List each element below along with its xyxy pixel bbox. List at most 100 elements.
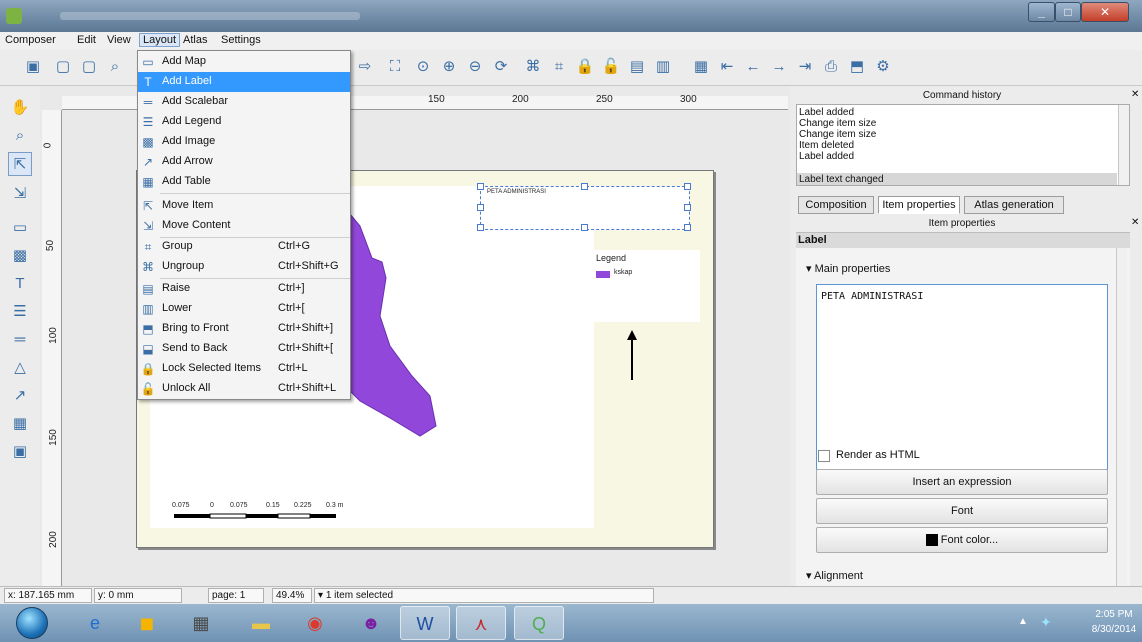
- zoom-out-icon[interactable]: ⊖: [464, 56, 486, 78]
- history-scrollbar[interactable]: [1118, 105, 1129, 185]
- select-move-icon[interactable]: ⇱: [8, 152, 32, 176]
- resize-handle[interactable]: [581, 224, 588, 231]
- clock-date[interactable]: 8/30/2014: [1086, 624, 1142, 635]
- zoom-full-icon[interactable]: ⛶: [384, 56, 406, 78]
- insert-expression-button[interactable]: Insert an expression: [816, 469, 1108, 495]
- close-panel-icon[interactable]: ✕: [1131, 217, 1139, 228]
- pan-hand-icon[interactable]: ✋: [8, 96, 32, 120]
- new-composer-icon[interactable]: ▢: [52, 56, 74, 78]
- outlook-icon[interactable]: ◼: [122, 606, 172, 640]
- calendar-icon[interactable]: ▦: [176, 606, 226, 640]
- export-atlas-icon[interactable]: ⬒: [846, 56, 868, 78]
- menu-add-arrow[interactable]: ↗ Add Arrow: [138, 152, 350, 172]
- history-item[interactable]: Change item size: [799, 129, 876, 140]
- zoom-actual-icon[interactable]: ⊙: [412, 56, 434, 78]
- history-item[interactable]: Change item size: [799, 118, 876, 129]
- menu-lower[interactable]: ▥ Lower Ctrl+[: [138, 299, 350, 319]
- menu-layout[interactable]: Layout: [139, 33, 181, 47]
- atlas-preview-icon[interactable]: ▦: [690, 56, 712, 78]
- menu-settings[interactable]: Settings: [218, 34, 264, 46]
- menu-send-to-back[interactable]: ⬓ Send to Back Ctrl+Shift+[: [138, 339, 350, 359]
- duplicate-composer-icon[interactable]: ▢: [78, 56, 100, 78]
- select-all-icon[interactable]: ⌘: [522, 56, 544, 78]
- menu-add-label[interactable]: T Add Label: [138, 72, 350, 92]
- next-feature-icon[interactable]: →: [768, 56, 790, 78]
- zoom-tool-icon[interactable]: ⌕: [8, 124, 32, 148]
- group-items-icon[interactable]: ▤: [626, 56, 648, 78]
- alignment-group[interactable]: ▾ Alignment: [806, 569, 863, 582]
- lock-items-icon[interactable]: 🔒: [574, 56, 596, 78]
- menu-add-map[interactable]: ▭ Add Map: [138, 52, 350, 72]
- tab-atlas-generation[interactable]: Atlas generation: [964, 196, 1064, 214]
- close-button[interactable]: ✕: [1081, 2, 1129, 22]
- unlock-items-icon[interactable]: 🔓: [600, 56, 622, 78]
- refresh-icon[interactable]: ⟳: [490, 56, 512, 78]
- start-button[interactable]: [16, 607, 48, 639]
- tab-item-properties[interactable]: Item properties: [878, 196, 960, 214]
- resize-handle[interactable]: [477, 183, 484, 190]
- menu-composer[interactable]: Composer: [2, 34, 59, 46]
- resize-handle[interactable]: [477, 204, 484, 211]
- render-as-html-checkbox[interactable]: [818, 450, 830, 462]
- close-panel-icon[interactable]: ✕: [1131, 89, 1139, 100]
- north-arrow-item[interactable]: [626, 330, 638, 382]
- command-history-list[interactable]: Label added Change item size Change item…: [796, 104, 1130, 186]
- add-arrow-tool-icon[interactable]: ↗: [8, 384, 32, 408]
- yahoo-icon[interactable]: ☻: [346, 606, 396, 640]
- add-label-tool-icon[interactable]: T: [8, 272, 32, 296]
- main-properties-group[interactable]: ▾ Main properties: [806, 262, 890, 275]
- menu-lock-selected-items[interactable]: 🔒 Lock Selected Items Ctrl+L: [138, 359, 350, 379]
- composer-manager-icon[interactable]: ⌕: [104, 56, 126, 78]
- resize-handle[interactable]: [684, 204, 691, 211]
- scalebar-item[interactable]: 0.075 0 0.075 0.15 0.225 0.3 m: [150, 498, 594, 528]
- tab-composition[interactable]: Composition: [798, 196, 874, 214]
- add-legend-tool-icon[interactable]: ☰: [8, 300, 32, 324]
- menu-edit[interactable]: Edit: [74, 34, 99, 46]
- menu-add-legend[interactable]: ☰ Add Legend: [138, 112, 350, 132]
- history-item[interactable]: Item deleted: [799, 140, 854, 151]
- menu-move-content[interactable]: ⇲ Move Content: [138, 216, 350, 236]
- chrome-icon[interactable]: ◉: [290, 606, 340, 640]
- add-table-tool-icon[interactable]: ▦: [8, 412, 32, 436]
- ungroup-items-icon[interactable]: ▥: [652, 56, 674, 78]
- font-button[interactable]: Font: [816, 498, 1108, 524]
- explorer-icon[interactable]: ▬: [236, 606, 286, 640]
- history-item[interactable]: Label added: [799, 151, 854, 162]
- save-icon[interactable]: ▣: [22, 56, 44, 78]
- add-scalebar-tool-icon[interactable]: ═: [8, 328, 32, 352]
- print-atlas-icon[interactable]: ⎙: [820, 56, 842, 78]
- menu-bring-to-front[interactable]: ⬒ Bring to Front Ctrl+Shift+]: [138, 319, 350, 339]
- label-text-editor[interactable]: PETA ADMINISTRASI: [816, 284, 1108, 470]
- menu-move-item[interactable]: ⇱ Move Item: [138, 196, 350, 216]
- show-hidden-icons-icon[interactable]: ▲: [1018, 616, 1028, 627]
- resize-handle[interactable]: [684, 183, 691, 190]
- history-item[interactable]: Label text changed: [799, 174, 884, 185]
- qgis-icon[interactable]: Q: [514, 606, 564, 640]
- minimize-button[interactable]: _: [1028, 2, 1055, 22]
- ie-icon[interactable]: e: [70, 606, 120, 640]
- atlas-settings-icon[interactable]: ⚙: [872, 56, 894, 78]
- last-feature-icon[interactable]: ⇥: [794, 56, 816, 78]
- menu-group[interactable]: ⌗ Group Ctrl+G: [138, 237, 350, 257]
- menu-view[interactable]: View: [104, 34, 134, 46]
- first-feature-icon[interactable]: ⇤: [716, 56, 738, 78]
- pan-icon[interactable]: ⇨: [354, 56, 376, 78]
- network-icon[interactable]: ✦: [1040, 614, 1052, 631]
- menu-add-scalebar[interactable]: ═ Add Scalebar: [138, 92, 350, 112]
- menu-add-table[interactable]: ▦ Add Table: [138, 172, 350, 192]
- word-icon[interactable]: W: [400, 606, 450, 640]
- menu-raise[interactable]: ▤ Raise Ctrl+]: [138, 279, 350, 299]
- selected-label-item[interactable]: PETA ADMINISTRASI: [477, 183, 691, 231]
- previous-feature-icon[interactable]: ←: [742, 56, 764, 78]
- acrobat-icon[interactable]: ⋏: [456, 606, 506, 640]
- zoom-in-icon[interactable]: ⊕: [438, 56, 460, 78]
- menu-unlock-all[interactable]: 🔓 Unlock All Ctrl+Shift+L: [138, 379, 350, 399]
- add-map-tool-icon[interactable]: ▭: [8, 216, 32, 240]
- deselect-icon[interactable]: ⌗: [548, 56, 570, 78]
- resize-handle[interactable]: [581, 183, 588, 190]
- menu-add-image[interactable]: ▩ Add Image: [138, 132, 350, 152]
- legend-item[interactable]: Legend kskap: [594, 250, 700, 322]
- font-color-button[interactable]: Font color...: [816, 527, 1108, 553]
- clock-time[interactable]: 2:05 PM: [1086, 609, 1142, 620]
- history-item[interactable]: Label added: [799, 107, 854, 118]
